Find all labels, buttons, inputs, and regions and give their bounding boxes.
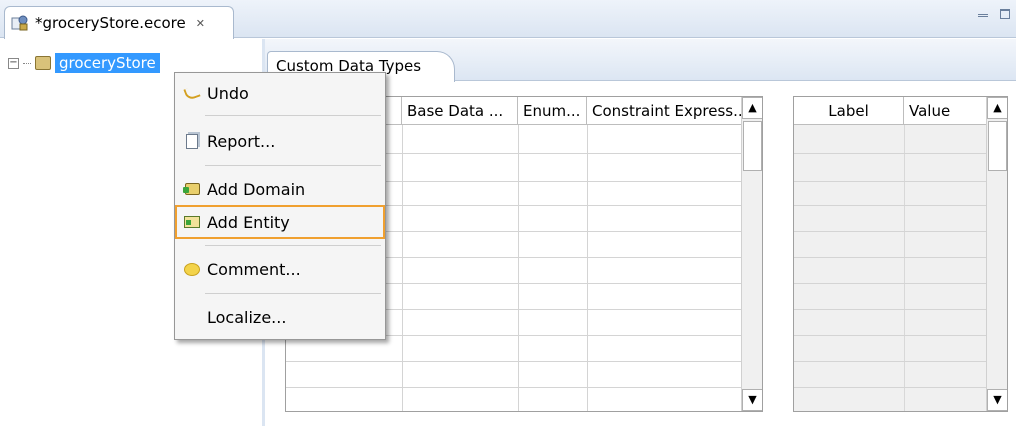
menu-item-label: Comment... (207, 259, 301, 279)
scroll-thumb[interactable] (743, 121, 762, 171)
table-row[interactable] (794, 205, 987, 206)
column-divider (587, 125, 588, 411)
collapse-icon[interactable]: − (8, 57, 19, 69)
undo-icon (183, 84, 201, 102)
column-header[interactable]: Value (904, 97, 987, 125)
editor-tab-title: *groceryStore.ecore (35, 14, 186, 32)
menu-separator (205, 245, 381, 246)
menu-item-add-domain[interactable]: Add Domain (177, 175, 383, 203)
menu-item-localize[interactable]: Localize... (177, 303, 383, 331)
menu-item-label: Undo (207, 83, 249, 103)
tree-item-label[interactable]: groceryStore (55, 53, 160, 73)
menu-item-comment[interactable]: Comment... (177, 255, 383, 283)
menu-item-label: Report... (207, 131, 276, 151)
menu-item-report[interactable]: Report... (177, 127, 383, 155)
menu-item-undo[interactable]: Undo (177, 79, 383, 107)
tree-item-root[interactable]: − groceryStore (8, 53, 160, 73)
report-icon (183, 133, 201, 149)
table-row[interactable] (286, 361, 742, 362)
scroll-up-button[interactable]: ▲ (987, 97, 1007, 119)
table-row[interactable] (794, 181, 987, 182)
enum-values-table[interactable]: Label Value ▲ ▼ (793, 96, 1008, 412)
column-divider (402, 125, 403, 411)
add-entity-icon (183, 214, 201, 230)
editor-tab[interactable]: *groceryStore.ecore ✕ (4, 6, 234, 39)
table-row[interactable] (794, 231, 987, 232)
menu-separator (205, 165, 381, 166)
column-divider (518, 125, 519, 411)
menu-item-add-entity[interactable]: Add Entity (175, 205, 385, 239)
close-icon[interactable]: ✕ (196, 17, 205, 30)
column-header[interactable]: Enum... (518, 97, 587, 125)
table-row[interactable] (794, 309, 987, 310)
menu-item-label: Add Domain (207, 179, 306, 199)
scroll-down-button[interactable]: ▼ (987, 389, 1007, 411)
column-divider (904, 125, 905, 411)
table-row[interactable] (794, 283, 987, 284)
table-row[interactable] (794, 257, 987, 258)
vertical-scrollbar[interactable]: ▲ ▼ (986, 97, 1007, 411)
column-header[interactable]: Constraint Express... (587, 97, 742, 125)
scroll-up-button[interactable]: ▲ (742, 97, 762, 119)
tree-connector (23, 62, 31, 64)
minimize-icon[interactable] (978, 14, 988, 17)
maximize-icon[interactable] (1000, 9, 1010, 19)
package-icon (35, 56, 51, 70)
table-row[interactable] (794, 153, 987, 154)
context-menu: Undo Report... Add Domain Add Entity Com… (174, 72, 386, 340)
editor-tab-bar: *groceryStore.ecore ✕ (0, 0, 1016, 39)
menu-item-label: Localize... (207, 307, 287, 327)
table-row[interactable] (794, 335, 987, 336)
scroll-thumb[interactable] (988, 121, 1007, 171)
column-header[interactable]: Label (794, 97, 904, 125)
column-header[interactable]: Base Data ... (402, 97, 518, 125)
menu-item-label: Add Entity (207, 212, 290, 232)
ecore-file-icon (11, 15, 28, 31)
vertical-scrollbar[interactable]: ▲ ▼ (741, 97, 762, 411)
menu-separator (205, 115, 381, 116)
table-row[interactable] (286, 387, 742, 388)
comment-icon (183, 261, 201, 277)
menu-separator (205, 293, 381, 294)
scroll-down-button[interactable]: ▼ (742, 389, 762, 411)
add-domain-icon (182, 181, 201, 197)
table-row[interactable] (794, 361, 987, 362)
table-row[interactable] (794, 387, 987, 388)
